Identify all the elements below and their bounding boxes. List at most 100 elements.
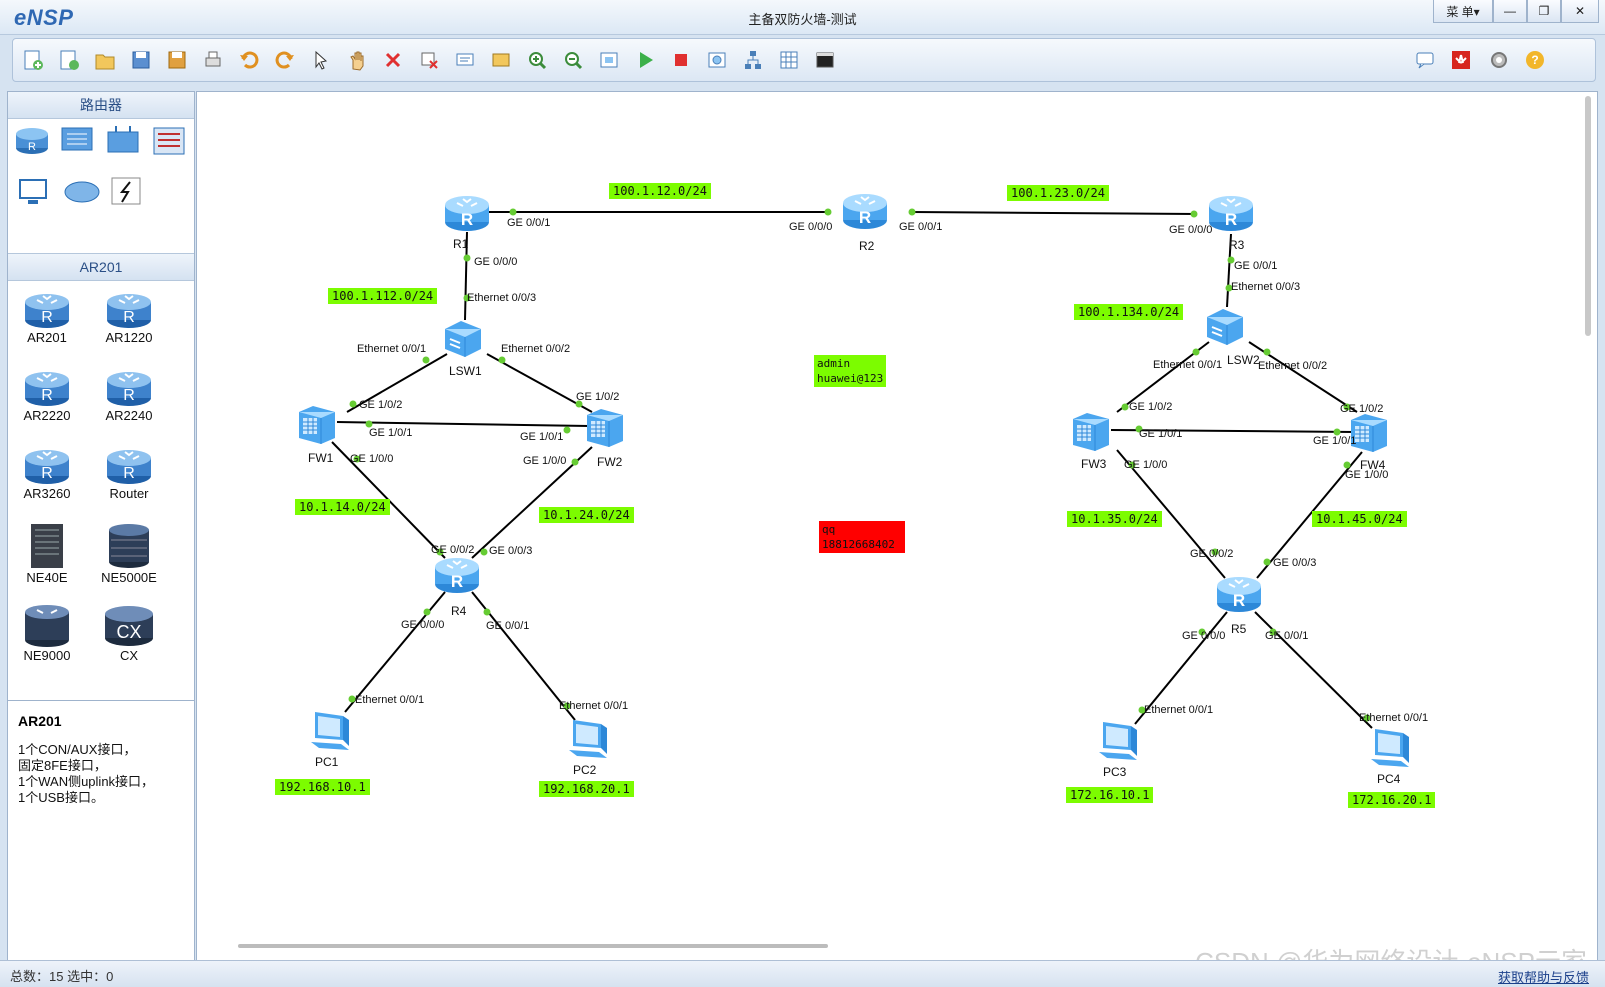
device-label: NE5000E — [101, 570, 157, 585]
select-icon[interactable] — [309, 48, 333, 72]
node-r1[interactable]: R — [443, 192, 491, 239]
port-status-dot — [509, 208, 517, 216]
port-label: Ethernet 0/0/3 — [467, 292, 537, 304]
node-name: R5 — [1231, 622, 1247, 636]
network-label: 10.1.14.0/24 — [295, 499, 390, 515]
new-topology-icon[interactable] — [21, 48, 45, 72]
node-r3[interactable]: R — [1207, 192, 1255, 239]
port-label: GE 0/0/0 — [789, 221, 833, 233]
fit-view-icon[interactable] — [597, 48, 621, 72]
node-lsw1[interactable] — [441, 317, 485, 362]
device-label: Router — [109, 486, 149, 501]
chat-icon[interactable] — [1413, 48, 1437, 72]
port-label: GE 1/0/2 — [359, 399, 403, 411]
svg-text:R: R — [461, 210, 473, 229]
node-fw4[interactable] — [1347, 410, 1391, 457]
horizontal-scrollbar[interactable] — [238, 944, 828, 948]
port-label: GE 0/0/3 — [489, 545, 533, 557]
save-icon[interactable] — [129, 48, 153, 72]
svg-text:R: R — [123, 309, 135, 326]
device-label: CX — [119, 648, 139, 663]
node-name: PC3 — [1103, 765, 1127, 779]
port-label: GE 1/0/2 — [576, 391, 620, 403]
firewall-category-icon — [153, 127, 185, 155]
svg-text:CX: CX — [116, 622, 141, 642]
rectangle-icon[interactable] — [489, 48, 513, 72]
vertical-scrollbar[interactable] — [1585, 96, 1591, 336]
open-icon[interactable] — [93, 48, 117, 72]
category-icon-grid[interactable]: R — [12, 124, 188, 234]
device-label: AR1220 — [105, 330, 153, 345]
link-line[interactable] — [911, 211, 1198, 215]
window-title: 主备双防火墙-测试 — [748, 12, 857, 27]
node-lsw2[interactable] — [1203, 305, 1247, 350]
note-qq-label: qq — [822, 523, 836, 536]
start-device-icon[interactable] — [633, 48, 657, 72]
description-title: AR201 — [18, 713, 62, 729]
delete-icon[interactable] — [381, 48, 405, 72]
node-r5[interactable]: R — [1215, 573, 1263, 620]
menu-button[interactable]: 菜 单▾ — [1433, 0, 1493, 23]
device-ne9000[interactable]: NE9000 — [12, 600, 82, 663]
port-label: Ethernet 0/0/1 — [357, 343, 427, 355]
device-ar3260[interactable]: R AR3260 — [12, 444, 82, 501]
device-ne40e[interactable]: NE40E — [12, 522, 82, 585]
credential-note[interactable]: admin huawei@123 — [814, 355, 887, 387]
print-icon[interactable] — [201, 48, 225, 72]
help-icon[interactable]: ? — [1523, 48, 1547, 72]
node-fw2[interactable] — [583, 405, 627, 452]
device-ar2240[interactable]: R AR2240 — [94, 366, 164, 423]
device-ar201[interactable]: R AR201 — [12, 288, 82, 345]
svg-text:R: R — [1233, 591, 1245, 610]
port-label: Ethernet 0/0/1 — [1153, 359, 1223, 371]
port-status-dot — [571, 458, 579, 466]
firewall-icon — [295, 406, 339, 448]
zoom-in-icon[interactable] — [525, 48, 549, 72]
close-button[interactable]: ✕ — [1561, 0, 1599, 23]
port-label: Ethernet 0/0/1 — [1359, 712, 1429, 724]
delete-link-icon[interactable] — [417, 48, 441, 72]
port-label: Ethernet 0/0/1 — [355, 694, 425, 706]
device-ne5000e[interactable]: NE5000E — [94, 522, 164, 585]
port-label: GE 1/0/0 — [350, 453, 394, 465]
device-ar2220[interactable]: R AR2220 — [12, 366, 82, 423]
router-icon: CX — [94, 600, 164, 648]
redo-icon[interactable] — [273, 48, 297, 72]
port-label: GE 0/0/1 — [1265, 630, 1309, 642]
port-label: GE 0/0/2 — [431, 544, 475, 556]
capture-icon[interactable] — [705, 48, 729, 72]
port-label: GE 1/0/0 — [1345, 469, 1389, 481]
node-r4[interactable]: R — [433, 554, 481, 601]
save-as-icon[interactable] — [165, 48, 189, 72]
maximize-button[interactable]: ❐ — [1527, 0, 1561, 23]
settings-icon[interactable] — [1487, 48, 1511, 72]
help-link[interactable]: 获取帮助与反馈 — [1498, 967, 1589, 986]
device-router[interactable]: R Router — [94, 444, 164, 501]
node-fw1[interactable] — [295, 402, 339, 449]
topology-icon[interactable] — [741, 48, 765, 72]
undo-icon[interactable] — [237, 48, 261, 72]
zoom-out-icon[interactable] — [561, 48, 585, 72]
stop-device-icon[interactable] — [669, 48, 693, 72]
contact-note[interactable]: qq 18812668402 — [819, 521, 905, 553]
port-status-dot — [1190, 210, 1198, 218]
grid-icon[interactable] — [777, 48, 801, 72]
node-r2[interactable]: R — [841, 190, 889, 237]
topology-canvas[interactable]: R R1 R R2 R R3 LSW1 LSW2 FW1 FW2 FW3 FW4 R R4 R R5 PC1 PC… — [196, 91, 1598, 961]
device-cx[interactable]: CX CX — [94, 600, 164, 663]
minimize-button[interactable]: — — [1493, 0, 1527, 23]
device-ar1220[interactable]: R AR1220 — [94, 288, 164, 345]
text-note-icon[interactable] — [453, 48, 477, 72]
console-icon[interactable] — [813, 48, 837, 72]
pan-hand-icon[interactable] — [345, 48, 369, 72]
note-password: huawei@123 — [817, 372, 884, 385]
network-label: 100.1.12.0/24 — [609, 183, 711, 199]
svg-text:R: R — [451, 572, 463, 591]
huawei-icon[interactable] — [1449, 48, 1473, 72]
port-status-dot — [1343, 461, 1351, 469]
new-example-icon[interactable] — [57, 48, 81, 72]
category-header: 路由器 — [8, 92, 194, 119]
network-label: 100.1.112.0/24 — [328, 288, 438, 304]
link-line[interactable] — [336, 421, 590, 427]
node-fw3[interactable] — [1069, 409, 1113, 456]
